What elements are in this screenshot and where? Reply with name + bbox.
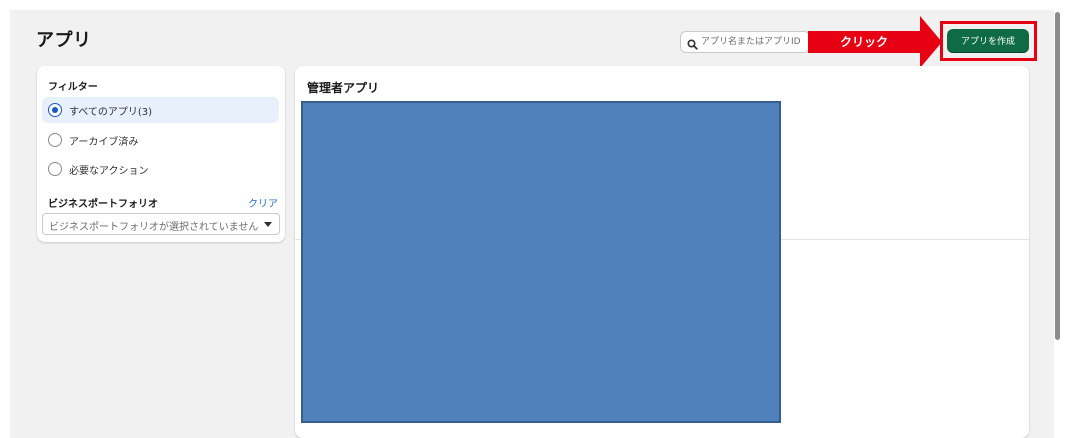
clear-link[interactable]: クリア (248, 195, 278, 210)
create-app-button[interactable]: アプリを作成 (947, 29, 1029, 53)
business-portfolio-heading: ビジネスポートフォリオ (48, 199, 158, 210)
filter-option-all-apps[interactable]: すべてのアプリ(3) (42, 97, 279, 123)
admin-apps-heading: 管理者アプリ (307, 81, 380, 95)
admin-apps-panel: 管理者アプリ (295, 66, 1029, 438)
scrollbar-thumb[interactable] (1055, 12, 1060, 340)
business-portfolio-select[interactable]: ビジネスポートフォリオが選択されていません (42, 213, 280, 235)
search-icon (687, 35, 698, 52)
business-portfolio-select-value: ビジネスポートフォリオが選択されていません (49, 222, 259, 233)
filter-option-action-required[interactable]: 必要なアクション (42, 156, 279, 182)
click-callout-label: クリック (839, 35, 888, 49)
radio-unselected-icon (48, 162, 62, 176)
filter-option-archived[interactable]: アーカイブ済み (42, 127, 279, 153)
filter-heading: フィルター (48, 82, 98, 93)
radio-unselected-icon (48, 133, 62, 147)
radio-selected-icon (48, 103, 62, 117)
filter-panel: フィルター すべてのアプリ(3) アーカイブ済み 必要なアクション ビジネスポー… (37, 66, 285, 242)
caret-down-icon (264, 222, 272, 227)
search-field[interactable] (680, 31, 810, 53)
search-input[interactable] (701, 33, 809, 51)
filter-option-label: アーカイブ済み (69, 137, 139, 148)
filter-option-label: すべてのアプリ(3) (69, 107, 153, 118)
page-title: アプリ (36, 30, 92, 51)
filter-option-label: 必要なアクション (69, 166, 149, 177)
redaction-block (301, 101, 781, 423)
